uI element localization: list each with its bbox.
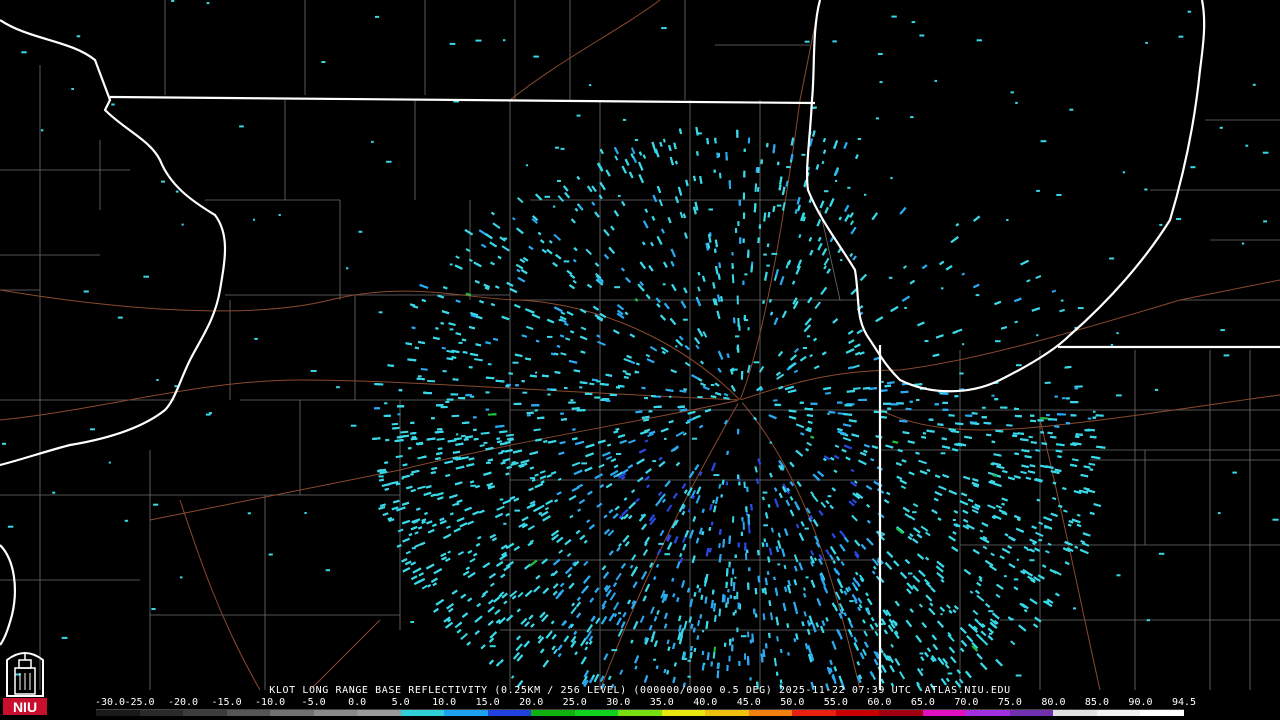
scale-label: 40.0 (693, 697, 718, 708)
color-bar-segment (1009, 710, 1054, 716)
scale-label: 75.0 (997, 697, 1022, 708)
color-bar-segment (922, 710, 967, 716)
color-bar-segment (96, 710, 140, 716)
scale-label: 45.0 (736, 697, 761, 708)
scale-label: 90.0 (1128, 697, 1153, 708)
reflectivity-scale-labels: -30.0 -25.0 -20.0 -15.0 -10.0 -5.0 0.0 5.0 10.0 1… (94, 697, 1197, 709)
color-bar-segment (1140, 710, 1184, 716)
scale-label: -10.0 (255, 697, 286, 708)
scale-label: -15.0 (211, 697, 242, 708)
color-bar-segment (661, 710, 706, 716)
color-bar-segment (444, 710, 488, 716)
color-bar-segment (1096, 710, 1141, 716)
scale-label: 70.0 (954, 697, 979, 708)
scale-label: -25.0 (124, 697, 155, 708)
color-bar-segment (792, 710, 836, 716)
scale-label: 65.0 (910, 697, 935, 708)
scale-label: 20.0 (519, 697, 544, 708)
color-bar-segment (270, 710, 314, 716)
scale-label: 35.0 (649, 697, 674, 708)
color-bar-segment (1053, 710, 1097, 716)
scale-label: 50.0 (780, 697, 805, 708)
color-bar-segment (705, 710, 749, 716)
scale-label: 30.0 (606, 697, 631, 708)
color-bar-segment (357, 710, 401, 716)
scale-label: 5.0 (391, 697, 410, 708)
scale-label: 0.0 (348, 697, 367, 708)
scale-label: 80.0 (1041, 697, 1066, 708)
color-bar-segment (748, 710, 793, 716)
color-bar-segment (313, 710, 358, 716)
color-bar-segment (139, 710, 184, 716)
color-bar-segment (531, 710, 575, 716)
color-bar-segment (574, 710, 619, 716)
color-bar-segment (400, 710, 445, 716)
scale-label: 85.0 (1084, 697, 1109, 708)
scale-label: 25.0 (562, 697, 587, 708)
reflectivity-color-bar (96, 709, 1184, 716)
product-caption: KLOT LONG RANGE BASE REFLECTIVITY (0.25K… (269, 685, 1011, 696)
color-bar-segment (618, 710, 662, 716)
radar-map (0, 0, 1280, 720)
scale-label: -5.0 (301, 697, 326, 708)
color-bar-segment (879, 710, 923, 716)
scale-label: -30.0 (94, 697, 126, 708)
color-bar-segment (183, 710, 227, 716)
color-bar-segment (487, 710, 532, 716)
scale-label: 55.0 (823, 697, 848, 708)
niu-logo: NIU (3, 652, 47, 715)
color-bar-segment (226, 710, 271, 716)
scale-label: -20.0 (167, 697, 199, 708)
radar-site-marker (737, 399, 743, 405)
scale-label: 15.0 (475, 697, 500, 708)
scale-label: 94.5 (1171, 697, 1197, 708)
logo-text: NIU (13, 699, 37, 715)
scale-label: 10.0 (432, 697, 457, 708)
color-bar-segment (835, 710, 880, 716)
color-bar-segment (966, 710, 1010, 716)
niu-tower-logo-icon (6, 652, 44, 697)
scale-label: 60.0 (867, 697, 892, 708)
